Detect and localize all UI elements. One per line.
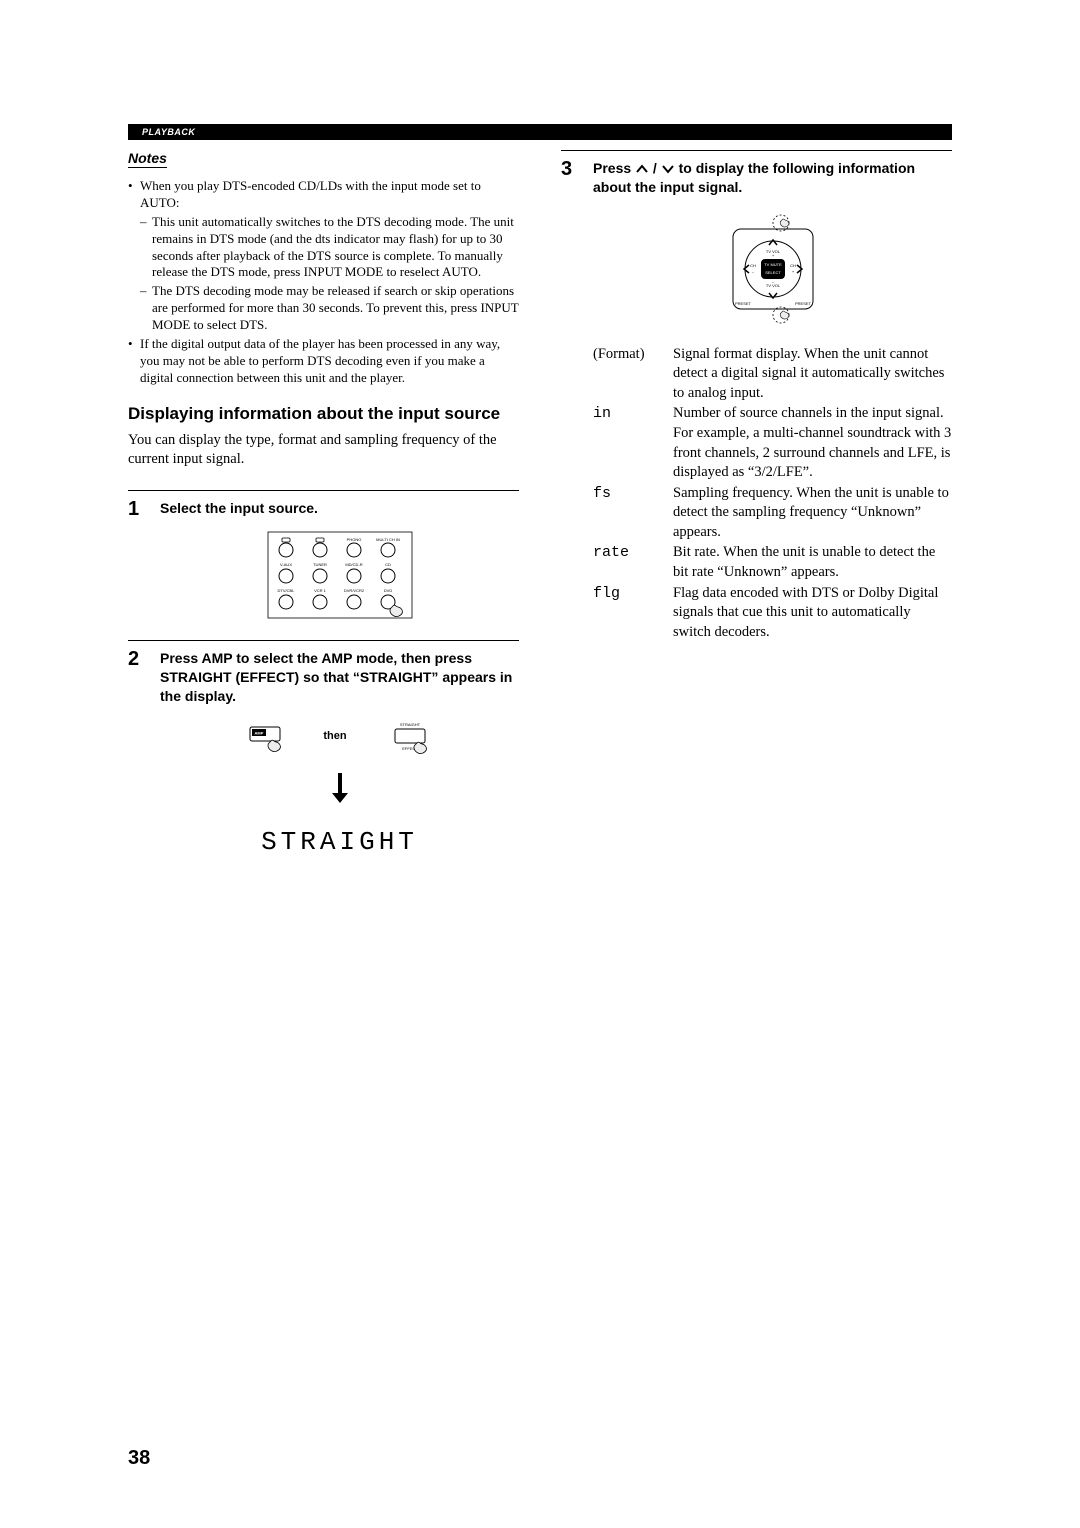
- main-heading: Displaying information about the input s…: [128, 403, 519, 425]
- main-body-text: You can display the type, format and sam…: [128, 431, 519, 470]
- def-rate: rate Bit rate. When the unit is unable t…: [593, 543, 952, 582]
- step-3: 3 Press / to display the following infor…: [561, 150, 952, 643]
- step-1-diagram: PHONO MULTI CH IN V-AUX TUNER MD/CD-R: [160, 530, 519, 620]
- section-header-bar: PLAYBACK: [128, 124, 952, 140]
- pointing-hand-icon: [390, 605, 402, 616]
- step-1-text: Select the input source.: [160, 499, 519, 518]
- note-item-2: If the digital output data of the player…: [128, 336, 519, 387]
- def-rate-def: Bit rate. When the unit is unable to det…: [673, 543, 952, 582]
- step-3-prefix: Press: [593, 160, 635, 176]
- label-dvd: DVD: [383, 588, 392, 593]
- preset-right-label: PRESET: [794, 301, 811, 306]
- page-number: 38: [128, 1447, 150, 1470]
- def-fs-def: Sampling frequency. When the unit is una…: [673, 484, 952, 543]
- def-fs-term: fs: [593, 484, 673, 504]
- up-chevron-icon: [635, 163, 649, 175]
- label-tuner: TUNER: [313, 562, 327, 567]
- def-flg: flg Flag data encoded with DTS or Dolby …: [593, 584, 952, 643]
- label-dvrvcr2: DVR/VCR2: [343, 588, 364, 593]
- minus-label-left: –: [751, 269, 754, 274]
- note-1-sublist: This unit automatically switches to the …: [140, 214, 519, 334]
- note-item-1: When you play DTS-encoded CD/LDs with th…: [128, 178, 519, 334]
- label-vcr1: VCR 1: [314, 588, 327, 593]
- def-format-term: (Format): [593, 345, 673, 365]
- step-1: 1 Select the input source. PHONO MULTI C…: [128, 490, 519, 620]
- right-column: 3 Press / to display the following infor…: [561, 150, 952, 857]
- select-label: SELECT: [765, 270, 781, 275]
- step-3-text: Press / to display the following informa…: [593, 159, 952, 197]
- definitions-list: (Format) Signal format display. When the…: [593, 345, 952, 642]
- def-format-def: Signal format display. When the unit can…: [673, 345, 952, 404]
- two-column-layout: Notes When you play DTS-encoded CD/LDs w…: [128, 150, 952, 857]
- label-multich: MULTI CH IN: [376, 537, 400, 542]
- left-column: Notes When you play DTS-encoded CD/LDs w…: [128, 150, 519, 857]
- notes-heading-wrap: Notes: [128, 150, 519, 174]
- notes-list: When you play DTS-encoded CD/LDs with th…: [128, 178, 519, 387]
- label-mdcdr: MD/CD-R: [345, 562, 362, 567]
- step-2-diagram: AMP then STRAIGHT EFFECT: [160, 717, 519, 805]
- then-label: then: [323, 730, 347, 742]
- def-flg-def: Flag data encoded with DTS or Dolby Digi…: [673, 584, 952, 643]
- down-arrow-icon: [328, 771, 352, 805]
- def-in-term: in: [593, 404, 673, 424]
- note-1-sub-2: The DTS decoding mode may be released if…: [140, 283, 519, 334]
- def-in-def: Number of source channels in the input s…: [673, 404, 952, 482]
- straight-label: STRAIGHT: [399, 722, 420, 727]
- def-format: (Format) Signal format display. When the…: [593, 345, 952, 404]
- plus-label-right: +: [791, 269, 794, 274]
- def-in: in Number of source channels in the inpu…: [593, 404, 952, 482]
- preset-left-label: PRESET: [734, 301, 751, 306]
- step-2-number: 2: [128, 649, 146, 858]
- straight-display-text: STRAIGHT: [160, 827, 519, 857]
- label-vaux: V-AUX: [279, 562, 291, 567]
- def-flg-term: flg: [593, 584, 673, 604]
- step-2-text: Press AMP to select the AMP mode, then p…: [160, 649, 519, 706]
- chplus-label: CH: [790, 263, 796, 268]
- step-2: 2 Press AMP to select the AMP mode, then…: [128, 640, 519, 858]
- notes-heading: Notes: [128, 150, 167, 168]
- label-dtvcbl: DTV/CBL: [277, 588, 295, 593]
- amp-label: AMP: [254, 731, 263, 736]
- step-3-diagram: TV MUTE SELECT TV VOL + TV VOL – CH –: [593, 209, 952, 329]
- note-1-text: When you play DTS-encoded CD/LDs with th…: [140, 178, 481, 210]
- label-phono: PHONO: [346, 537, 361, 542]
- down-chevron-icon: [661, 163, 675, 175]
- def-fs: fs Sampling frequency. When the unit is …: [593, 484, 952, 543]
- note-1-sub-1: This unit automatically switches to the …: [140, 214, 519, 282]
- step-3-body: Press / to display the following informa…: [593, 159, 952, 643]
- label-cd: CD: [385, 562, 391, 567]
- step-3-number: 3: [561, 159, 579, 643]
- section-label: PLAYBACK: [128, 127, 195, 137]
- step-1-body: Select the input source. PHONO MULTI CH …: [160, 499, 519, 620]
- chminus-label: CH: [750, 263, 756, 268]
- step-1-number: 1: [128, 499, 146, 620]
- def-rate-term: rate: [593, 543, 673, 563]
- tvmute-label: TV MUTE: [764, 262, 782, 267]
- step-2-body: Press AMP to select the AMP mode, then p…: [160, 649, 519, 858]
